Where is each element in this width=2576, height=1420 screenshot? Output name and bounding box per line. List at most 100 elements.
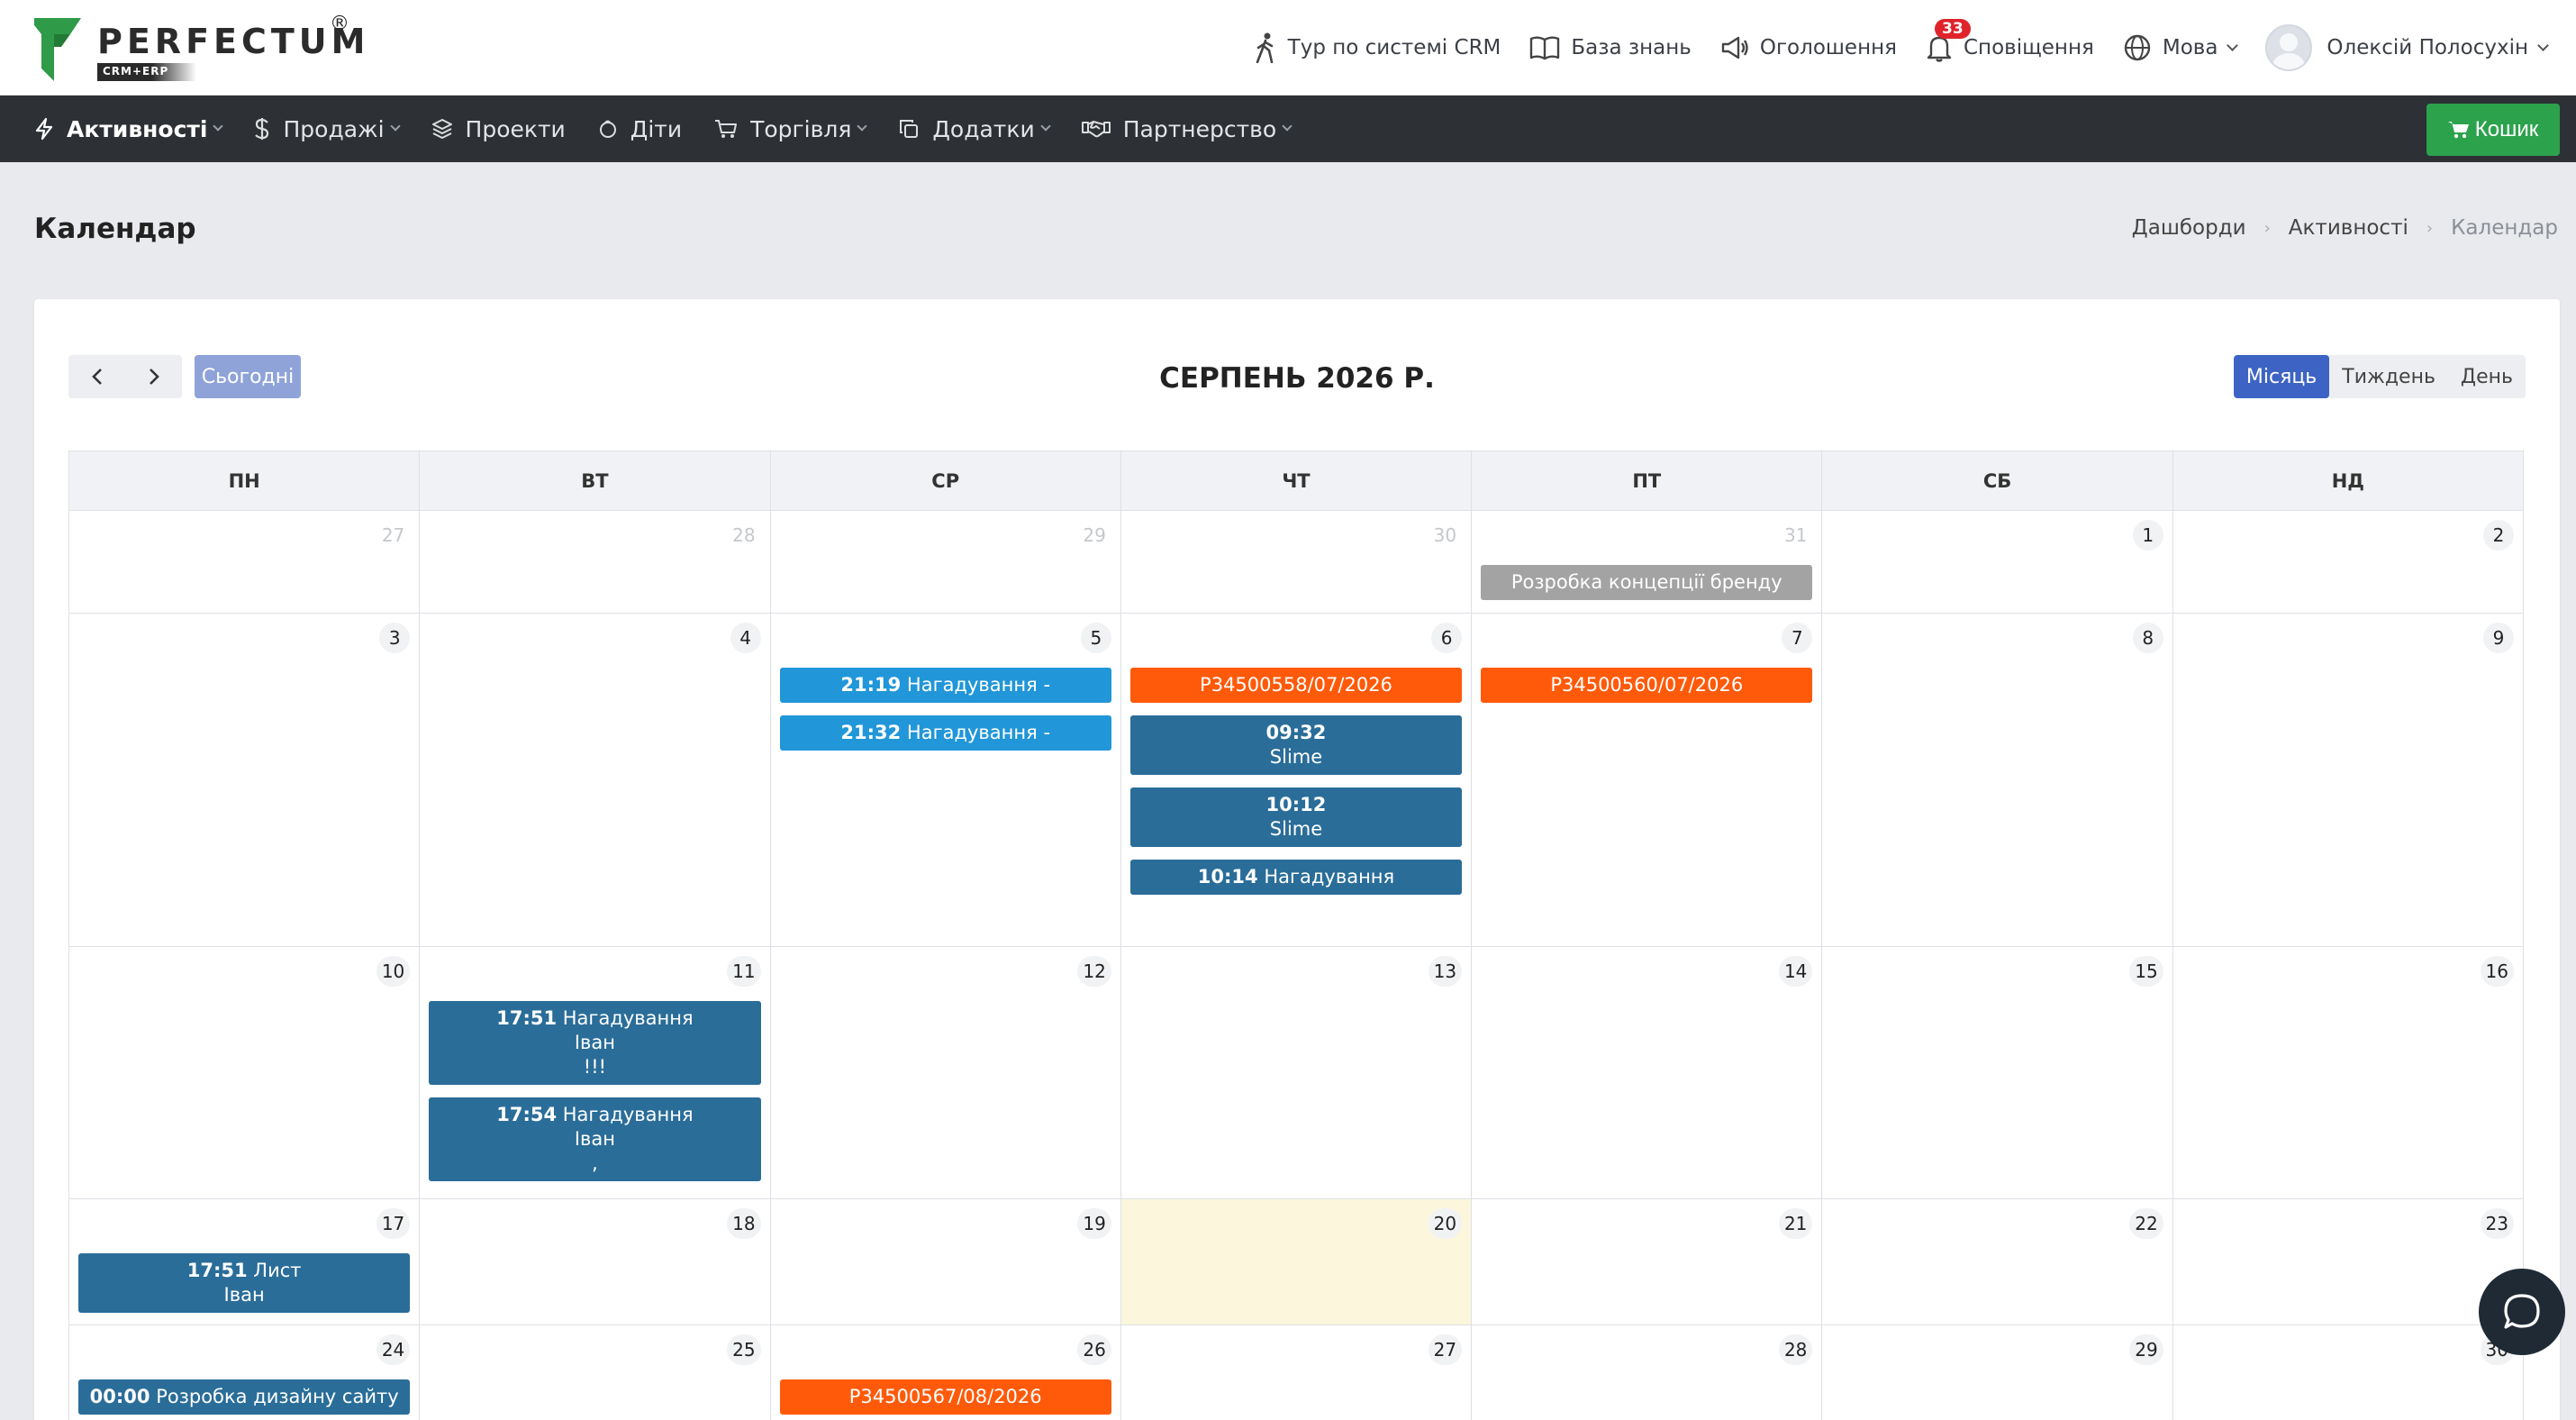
calendar-event[interactable]: 21:19 Нагадування - (779, 668, 1111, 703)
knowledge-base-label: База знань (1571, 36, 1692, 59)
event-time: 00:00 (89, 1386, 150, 1407)
day-cell[interactable]: 30 (1121, 511, 1473, 613)
day-cell[interactable]: 6 P34500558/07/2026 09:32 Slime 10:12 Slime 10… (1121, 614, 1473, 946)
view-week-button[interactable]: Тиждень (2329, 355, 2448, 398)
notifications-link[interactable]: 33 Сповіщення (1926, 19, 2094, 62)
day-number: 27 (1428, 1334, 1463, 1365)
calendar-event[interactable]: 10:12 Slime (1129, 787, 1463, 847)
day-cell[interactable]: 1 (1822, 511, 2173, 613)
day-cell[interactable]: 26 P34500567/08/2026 (771, 1325, 1121, 1420)
brand-logo[interactable]: PERFECTUM ® CRM+ERP (34, 13, 365, 81)
layers-icon (431, 119, 452, 139)
book-icon (1530, 36, 1560, 60)
event-title-line: 10:12 (1136, 793, 1456, 817)
day-number: 19 (1077, 1208, 1111, 1239)
view-switcher: Місяць Тиждень День (2233, 355, 2526, 398)
breadcrumb-item-dashboards[interactable]: Дашборди (2132, 216, 2246, 240)
event-title-line: 21:32 Нагадування - (785, 721, 1106, 745)
day-cell[interactable]: 3 (69, 614, 421, 946)
knowledge-base-link[interactable]: База знань (1529, 35, 1692, 60)
nav-item-projects[interactable]: Проекти (431, 116, 566, 142)
nav-item-sales[interactable]: Продажі (254, 116, 401, 142)
day-cell[interactable]: 27 (1121, 1325, 1473, 1420)
event-title-line: 17:54 Нагадування (434, 1103, 755, 1127)
day-cell[interactable]: 29 (771, 511, 1121, 613)
calendar-event[interactable]: 00:00 Розробка дизайну сайту (78, 1379, 411, 1415)
day-cell-today[interactable]: 20 (1120, 1199, 1473, 1324)
day-cell[interactable]: 28 (1472, 1325, 1823, 1420)
day-cell[interactable]: 12 (771, 947, 1121, 1198)
day-number: 3 (379, 623, 411, 653)
calendar-event[interactable]: P34500558/07/2026 (1129, 668, 1463, 703)
day-cell[interactable]: 24 00:00 Розробка дизайну сайту (69, 1325, 421, 1420)
event-time: 10:12 (1265, 794, 1327, 815)
day-cell[interactable]: 30 (2173, 1325, 2523, 1420)
nav-item-partnership[interactable]: Партнерство (1081, 116, 1293, 142)
day-cell[interactable]: 10 (69, 947, 421, 1198)
day-cell[interactable]: 18 (420, 1199, 771, 1324)
handshake-icon (1081, 121, 1111, 138)
day-cell[interactable]: 11 17:51 Нагадування Іван!!! 17:54 Нагадува… (420, 947, 771, 1198)
cart-icon (715, 120, 738, 138)
cart-button[interactable]: Кошик (2426, 104, 2560, 156)
breadcrumb: Дашборди › Активності › Календар (2132, 216, 2558, 240)
calendar-grid: ПН ВТ СР ЧТ ПТ СБ НД 27 28 29 30 31 Розробка … (68, 451, 2524, 1420)
day-cell[interactable]: 14 (1472, 947, 1823, 1198)
day-cell[interactable]: 15 (1822, 947, 2173, 1198)
day-cell[interactable]: 5 21:19 Нагадування -21:32 Нагадування - (771, 614, 1121, 946)
calendar-event[interactable]: 17:54 Нагадування Іван, (429, 1097, 761, 1181)
event-text: Розробка концепції бренду (1510, 571, 1782, 593)
nav-item-label: Діти (630, 115, 683, 142)
chevron-down-icon (1282, 121, 1293, 132)
day-cell[interactable]: 16 (2173, 947, 2523, 1198)
tour-link[interactable]: Тур по системі CRM (1254, 32, 1501, 63)
event-text: Нагадування - (906, 722, 1051, 743)
logo-mark-icon (34, 18, 81, 81)
calendar-event[interactable]: 17:51 Лист Іван (78, 1253, 411, 1313)
day-cell[interactable]: 31 Розробка концепції бренду (1472, 511, 1823, 613)
nav-item-children[interactable]: Діти (598, 116, 682, 142)
day-cell[interactable]: 25 (420, 1325, 771, 1420)
day-number: 30 (1433, 524, 1457, 546)
calendar-card: Сьогодні СЕРПЕНЬ 2026 Р. Місяць Тиждень … (34, 299, 2560, 1420)
view-month-button[interactable]: Місяць (2233, 355, 2330, 398)
nav-item-trade[interactable]: Торгівля (714, 116, 868, 142)
calendar-event[interactable]: P34500567/08/2026 (779, 1379, 1111, 1415)
calendar-event[interactable]: P34500560/07/2026 (1481, 668, 1813, 703)
calendar-event[interactable]: 10:14 Нагадування (1129, 860, 1463, 895)
language-menu[interactable]: Мова (2123, 33, 2239, 62)
day-cell[interactable]: 21 (1472, 1199, 1823, 1324)
calendar-event[interactable]: 17:51 Нагадування Іван!!! (429, 1001, 761, 1085)
nav-item-addons[interactable]: Додатки (898, 116, 1051, 142)
announcements-link[interactable]: Оголошення (1720, 35, 1897, 60)
day-cell[interactable]: 22 (1822, 1199, 2173, 1324)
day-number: 23 (2480, 1208, 2514, 1239)
day-cell[interactable]: 29 (1822, 1325, 2173, 1420)
day-events: P34500560/07/2026 (1481, 668, 1813, 703)
breadcrumb-item-activities[interactable]: Активності (2289, 216, 2408, 240)
lightning-icon (35, 117, 53, 141)
day-cell[interactable]: 23 (2173, 1199, 2523, 1324)
event-text: Нагадування - (906, 674, 1051, 696)
day-cell[interactable]: 27 (69, 511, 421, 613)
day-cell[interactable]: 17 17:51 Лист Іван (69, 1199, 421, 1324)
day-cell[interactable]: 9 (2173, 614, 2523, 946)
day-cell[interactable]: 4 (420, 614, 771, 946)
nav-item-activities[interactable]: Активності (34, 115, 224, 142)
chat-button[interactable] (2479, 1269, 2565, 1355)
nav-item-label: Активності (67, 115, 208, 142)
day-number: 18 (727, 1208, 761, 1239)
calendar-event[interactable]: 21:32 Нагадування - (779, 715, 1111, 751)
day-cell[interactable]: 28 (420, 511, 771, 613)
view-day-button[interactable]: День (2448, 355, 2526, 398)
day-cell[interactable]: 8 (1822, 614, 2173, 946)
user-menu[interactable]: Олексій Полосухін (2265, 24, 2549, 71)
day-cell[interactable]: 7 P34500560/07/2026 (1472, 614, 1823, 946)
day-number: 20 (1428, 1208, 1463, 1239)
day-cell[interactable]: 19 (771, 1199, 1121, 1324)
day-cell[interactable]: 2 (2173, 511, 2523, 613)
day-cell[interactable]: 13 (1121, 947, 1473, 1198)
day-number: 14 (1778, 956, 1813, 987)
calendar-event[interactable]: Розробка концепції бренду (1481, 565, 1813, 600)
calendar-event[interactable]: 09:32 Slime (1129, 715, 1463, 775)
